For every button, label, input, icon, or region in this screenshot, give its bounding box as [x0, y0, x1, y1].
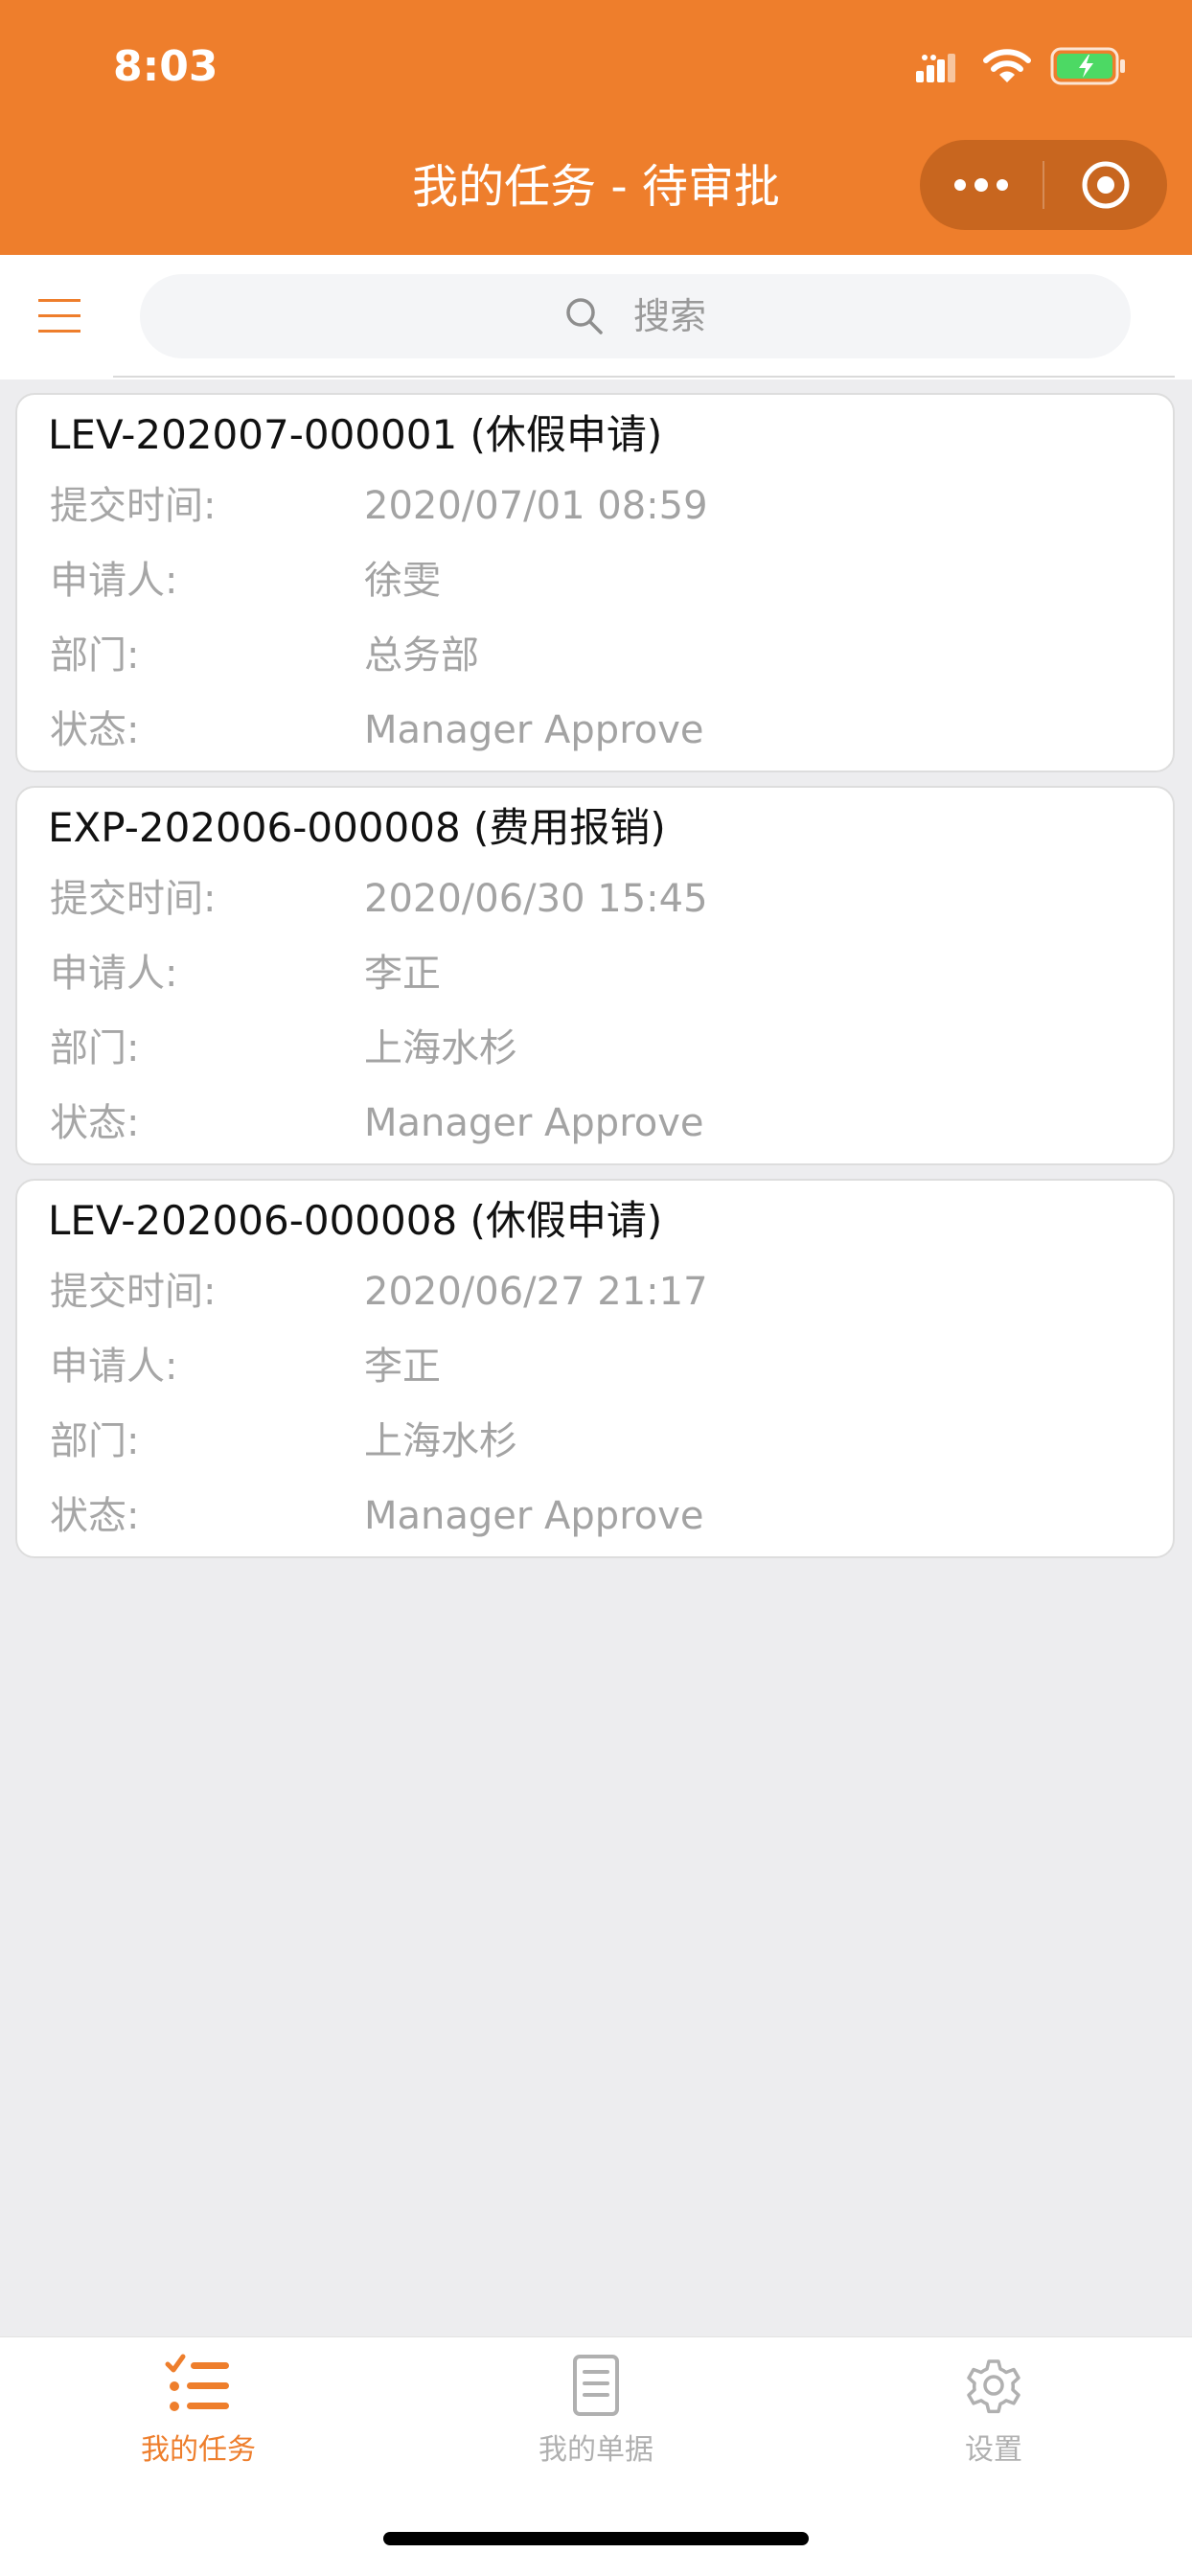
submit-time-value: 2020/06/30 15:45 — [364, 877, 708, 921]
target-circle-icon — [1082, 161, 1130, 209]
battery-charging-icon — [1050, 47, 1125, 85]
department-value: 上海水杉 — [364, 1419, 517, 1463]
submit-time-value: 2020/06/27 21:17 — [364, 1270, 708, 1314]
cellular-signal-icon — [916, 54, 955, 82]
more-dots-icon — [954, 178, 1008, 192]
task-card[interactable]: LEV-202006-000008 (休假申请) 提交时间: 2020/06/2… — [15, 1179, 1175, 1558]
submit-time-value: 2020/07/01 08:59 — [364, 484, 708, 528]
task-title: LEV-202006-000008 (休假申请) — [48, 1197, 663, 1244]
home-indicator[interactable] — [383, 2532, 809, 2545]
applicant-value: 李正 — [364, 1345, 441, 1389]
submit-time-label: 提交时间: — [50, 484, 217, 528]
task-card[interactable]: EXP-202006-000008 (费用报销) 提交时间: 2020/06/3… — [15, 786, 1175, 1165]
page-title: 我的任务 - 待审批 — [412, 160, 780, 214]
status-value: Manager Approve — [364, 1494, 704, 1538]
department-label: 部门: — [50, 1026, 140, 1070]
applicant-label: 申请人: — [50, 559, 178, 603]
applicant-label: 申请人: — [50, 1345, 178, 1389]
search-row: 搜索 — [0, 255, 1192, 380]
status-label: 状态: — [50, 708, 140, 752]
task-title: EXP-202006-000008 (费用报销) — [48, 804, 666, 851]
tab-label: 设置 — [965, 2433, 1022, 2467]
tab-settings[interactable]: 设置 — [795, 2337, 1192, 2491]
submit-time-label: 提交时间: — [50, 1270, 217, 1314]
task-card[interactable]: LEV-202007-000001 (休假申请) 提交时间: 2020/07/0… — [15, 393, 1175, 772]
mini-program-capsule — [920, 140, 1167, 230]
search-placeholder: 搜索 — [632, 295, 706, 337]
applicant-value: 李正 — [364, 952, 441, 996]
tab-label: 我的任务 — [141, 2433, 256, 2467]
task-list-icon — [165, 2354, 229, 2411]
tab-my-documents[interactable]: 我的单据 — [398, 2337, 794, 2491]
more-button[interactable] — [920, 140, 1043, 230]
department-label: 部门: — [50, 633, 140, 678]
search-icon — [566, 298, 603, 334]
department-label: 部门: — [50, 1419, 140, 1463]
department-value: 总务部 — [364, 633, 479, 678]
tab-my-tasks[interactable]: 我的任务 — [0, 2337, 397, 2491]
status-bar-time: 8:03 — [113, 42, 218, 91]
status-value: Manager Approve — [364, 708, 704, 752]
close-mini-program-button[interactable] — [1044, 140, 1167, 230]
status-label: 状态: — [50, 1101, 140, 1145]
app-header: 8:03 我的任务 - 待审批 — [0, 0, 1192, 255]
status-value: Manager Approve — [364, 1101, 704, 1145]
status-label: 状态: — [50, 1494, 140, 1538]
department-value: 上海水杉 — [364, 1026, 517, 1070]
applicant-label: 申请人: — [50, 952, 178, 996]
gear-icon — [967, 2359, 1020, 2414]
task-title: LEV-202007-000001 (休假申请) — [48, 411, 663, 458]
tab-label: 我的单据 — [539, 2433, 653, 2467]
search-input[interactable]: 搜索 — [140, 274, 1131, 358]
menu-icon[interactable] — [36, 297, 82, 335]
wifi-icon — [983, 49, 1031, 82]
search-divider — [113, 376, 1175, 378]
document-icon — [573, 2355, 619, 2416]
applicant-value: 徐雯 — [364, 559, 441, 603]
submit-time-label: 提交时间: — [50, 877, 217, 921]
